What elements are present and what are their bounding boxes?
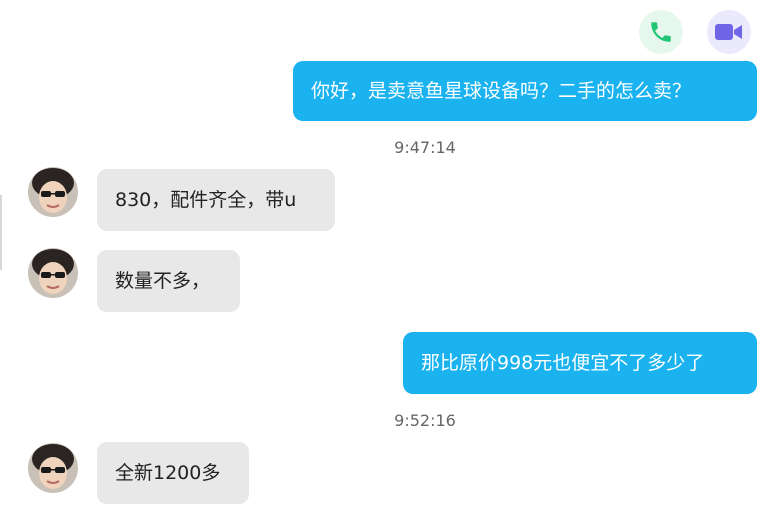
chat-window: 你好，是卖意鱼星球设备吗？二手的怎么卖？ 9:47:14 830，配件齐全，带u… bbox=[0, 0, 768, 510]
contact-avatar bbox=[28, 248, 78, 298]
message-text: 那比原价998元也便宜不了多少了 bbox=[421, 352, 705, 374]
message-bubble-incoming: 数量不多， bbox=[97, 250, 240, 312]
message-text: 数量不多， bbox=[115, 270, 211, 292]
message-bubble-outgoing: 你好，是卖意鱼星球设备吗？二手的怎么卖？ bbox=[293, 61, 757, 121]
message-bubble-outgoing: 那比原价998元也便宜不了多少了 bbox=[403, 332, 757, 394]
contact-avatar bbox=[28, 167, 78, 217]
avatar-image bbox=[28, 248, 78, 298]
message-text: 你好，是卖意鱼星球设备吗？二手的怎么卖？ bbox=[311, 80, 692, 102]
video-call-button[interactable] bbox=[707, 10, 751, 54]
voice-call-button[interactable] bbox=[639, 10, 683, 54]
avatar-image bbox=[28, 167, 78, 217]
message-timestamp: 9:47:14 bbox=[394, 138, 456, 157]
contact-avatar bbox=[28, 443, 78, 493]
message-bubble-incoming: 830，配件齐全，带u bbox=[97, 169, 335, 231]
avatar-image bbox=[28, 443, 78, 493]
left-edge-divider bbox=[0, 195, 2, 270]
video-camera-icon bbox=[715, 24, 742, 40]
message-bubble-incoming: 全新1200多 bbox=[97, 442, 249, 504]
message-text: 830，配件齐全，带u bbox=[115, 189, 297, 211]
phone-icon bbox=[651, 22, 671, 42]
message-timestamp: 9:52:16 bbox=[394, 411, 456, 430]
message-text: 全新1200多 bbox=[115, 462, 221, 484]
